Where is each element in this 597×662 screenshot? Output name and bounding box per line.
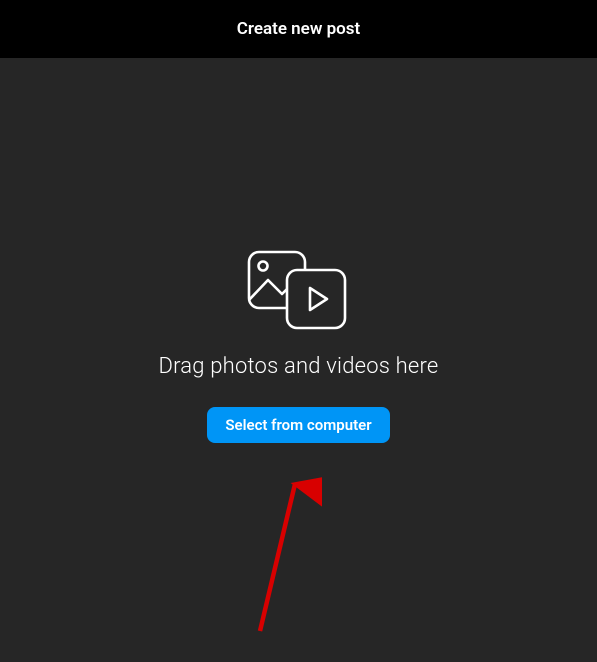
dropzone-content: Drag photos and videos here Select from …	[159, 248, 439, 443]
modal-title: Create new post	[237, 19, 361, 39]
upload-dropzone[interactable]: Drag photos and videos here Select from …	[0, 58, 597, 662]
media-icon	[242, 248, 354, 336]
dropzone-prompt: Drag photos and videos here	[159, 354, 439, 379]
select-from-computer-button[interactable]: Select from computer	[207, 407, 389, 443]
modal-header: Create new post	[0, 0, 597, 58]
annotation-arrow-icon	[242, 466, 322, 646]
